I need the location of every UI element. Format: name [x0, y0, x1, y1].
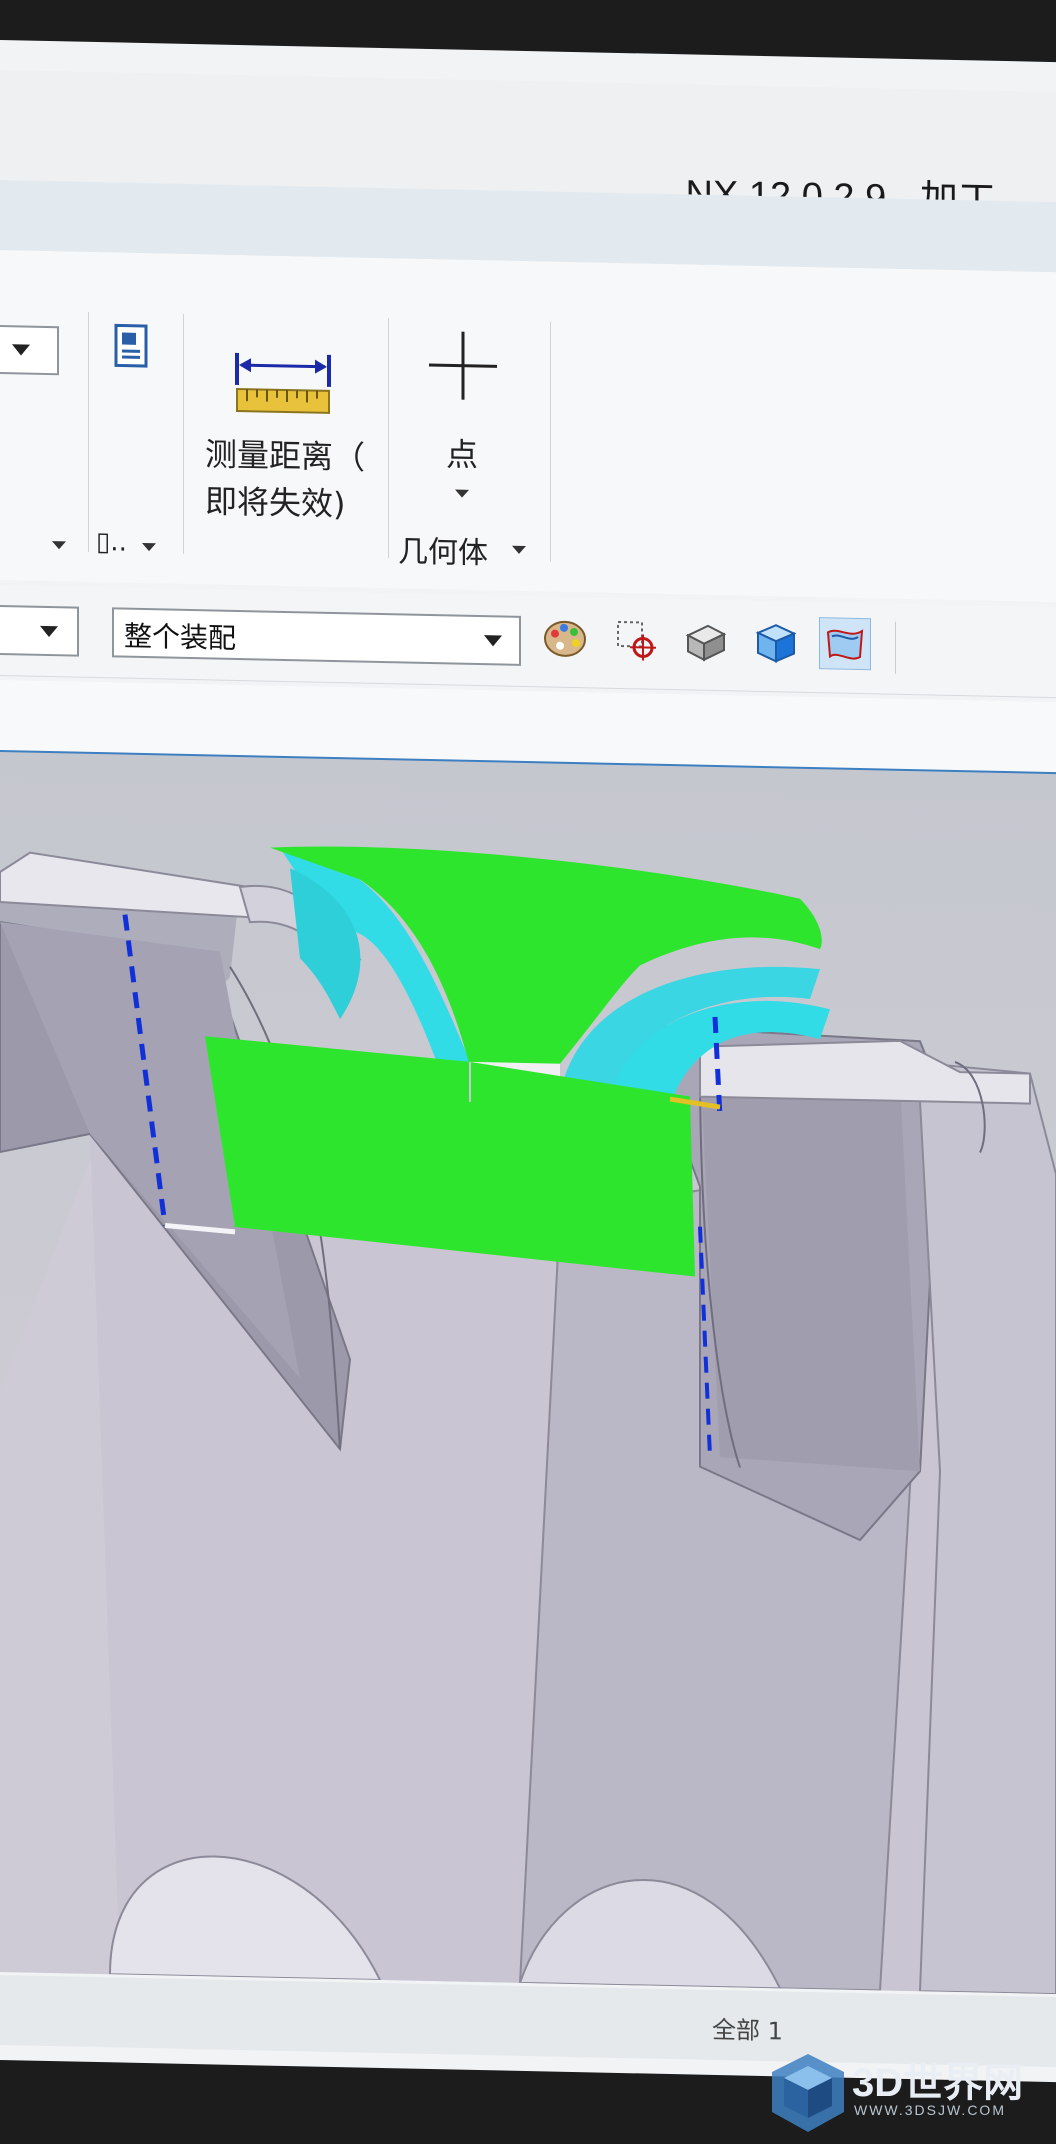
- ribbon-separator: [388, 318, 389, 559]
- nx-window: NX 12.0.2.9 - 加工 ▯..: [0, 40, 1056, 2083]
- selection-filter-bar: 整个装配: [0, 585, 1056, 699]
- group-expand-chevron-icon[interactable]: [512, 545, 526, 555]
- watermark-logo: 3D世界网 WWW.3DSJW.COM: [770, 2050, 1050, 2140]
- point-dropdown-chevron-icon[interactable]: [455, 489, 469, 498]
- ribbon: ▯.. 测量距离（ 即将失效) 点 几何体: [0, 250, 1056, 603]
- title-bar: NX 12.0.2.9 - 加工: [0, 70, 1056, 222]
- filterbar-separator: [895, 621, 896, 674]
- scope-filter-value: 整个装配: [124, 619, 237, 655]
- cube-logo-icon: [772, 2054, 844, 2132]
- ribbon-group-label-small: ▯..: [96, 527, 127, 558]
- ribbon-separator: [550, 321, 551, 562]
- ribbon-group-left: [0, 250, 85, 572]
- ribbon-separator: [183, 313, 184, 554]
- measure-distance-button[interactable]: 测量距离（ 即将失效): [195, 254, 380, 578]
- snap-point-icon[interactable]: [610, 614, 660, 665]
- color-palette-icon[interactable]: [540, 612, 590, 663]
- watermark-brand: 3D世界网: [852, 2061, 1024, 2105]
- ribbon-group-doc: ▯..: [90, 252, 180, 574]
- measure-ruler-icon: [235, 352, 331, 414]
- graphics-viewport[interactable]: [0, 752, 1056, 1995]
- face-icon[interactable]: [750, 617, 800, 668]
- group-expand-chevron-icon[interactable]: [52, 541, 66, 550]
- ribbon-separator: [88, 311, 89, 552]
- chevron-down-icon: [12, 344, 30, 356]
- point-button[interactable]: 点: [415, 329, 510, 521]
- cam-part-model: [0, 846, 1056, 1995]
- watermark-domain: WWW.3DSJW.COM: [854, 2102, 1006, 2118]
- chevron-down-icon: [40, 625, 58, 638]
- scope-filter-dropdown[interactable]: 整个装配: [112, 607, 521, 666]
- document-icon[interactable]: [113, 322, 151, 369]
- status-selection-count: 全部 1: [712, 2015, 783, 2046]
- chevron-down-icon: [484, 635, 502, 647]
- plus-point-icon: [429, 331, 497, 400]
- measure-distance-label-line2: 即将失效): [205, 482, 346, 524]
- screen: NX 12.0.2.9 - 加工 ▯..: [0, 0, 1056, 2144]
- geometry-group-label: 几何体: [398, 534, 488, 572]
- ribbon-dropdown[interactable]: [0, 324, 59, 376]
- sheet-body-icon[interactable]: [819, 617, 871, 671]
- group-expand-chevron-icon[interactable]: [142, 542, 156, 552]
- measure-distance-label-line1: 测量距离（: [205, 435, 366, 477]
- solid-body-icon[interactable]: [680, 615, 730, 666]
- ribbon-group-geometry: 点 几何体: [390, 258, 540, 581]
- type-filter-dropdown[interactable]: [0, 604, 79, 657]
- point-label: 点: [446, 435, 479, 475]
